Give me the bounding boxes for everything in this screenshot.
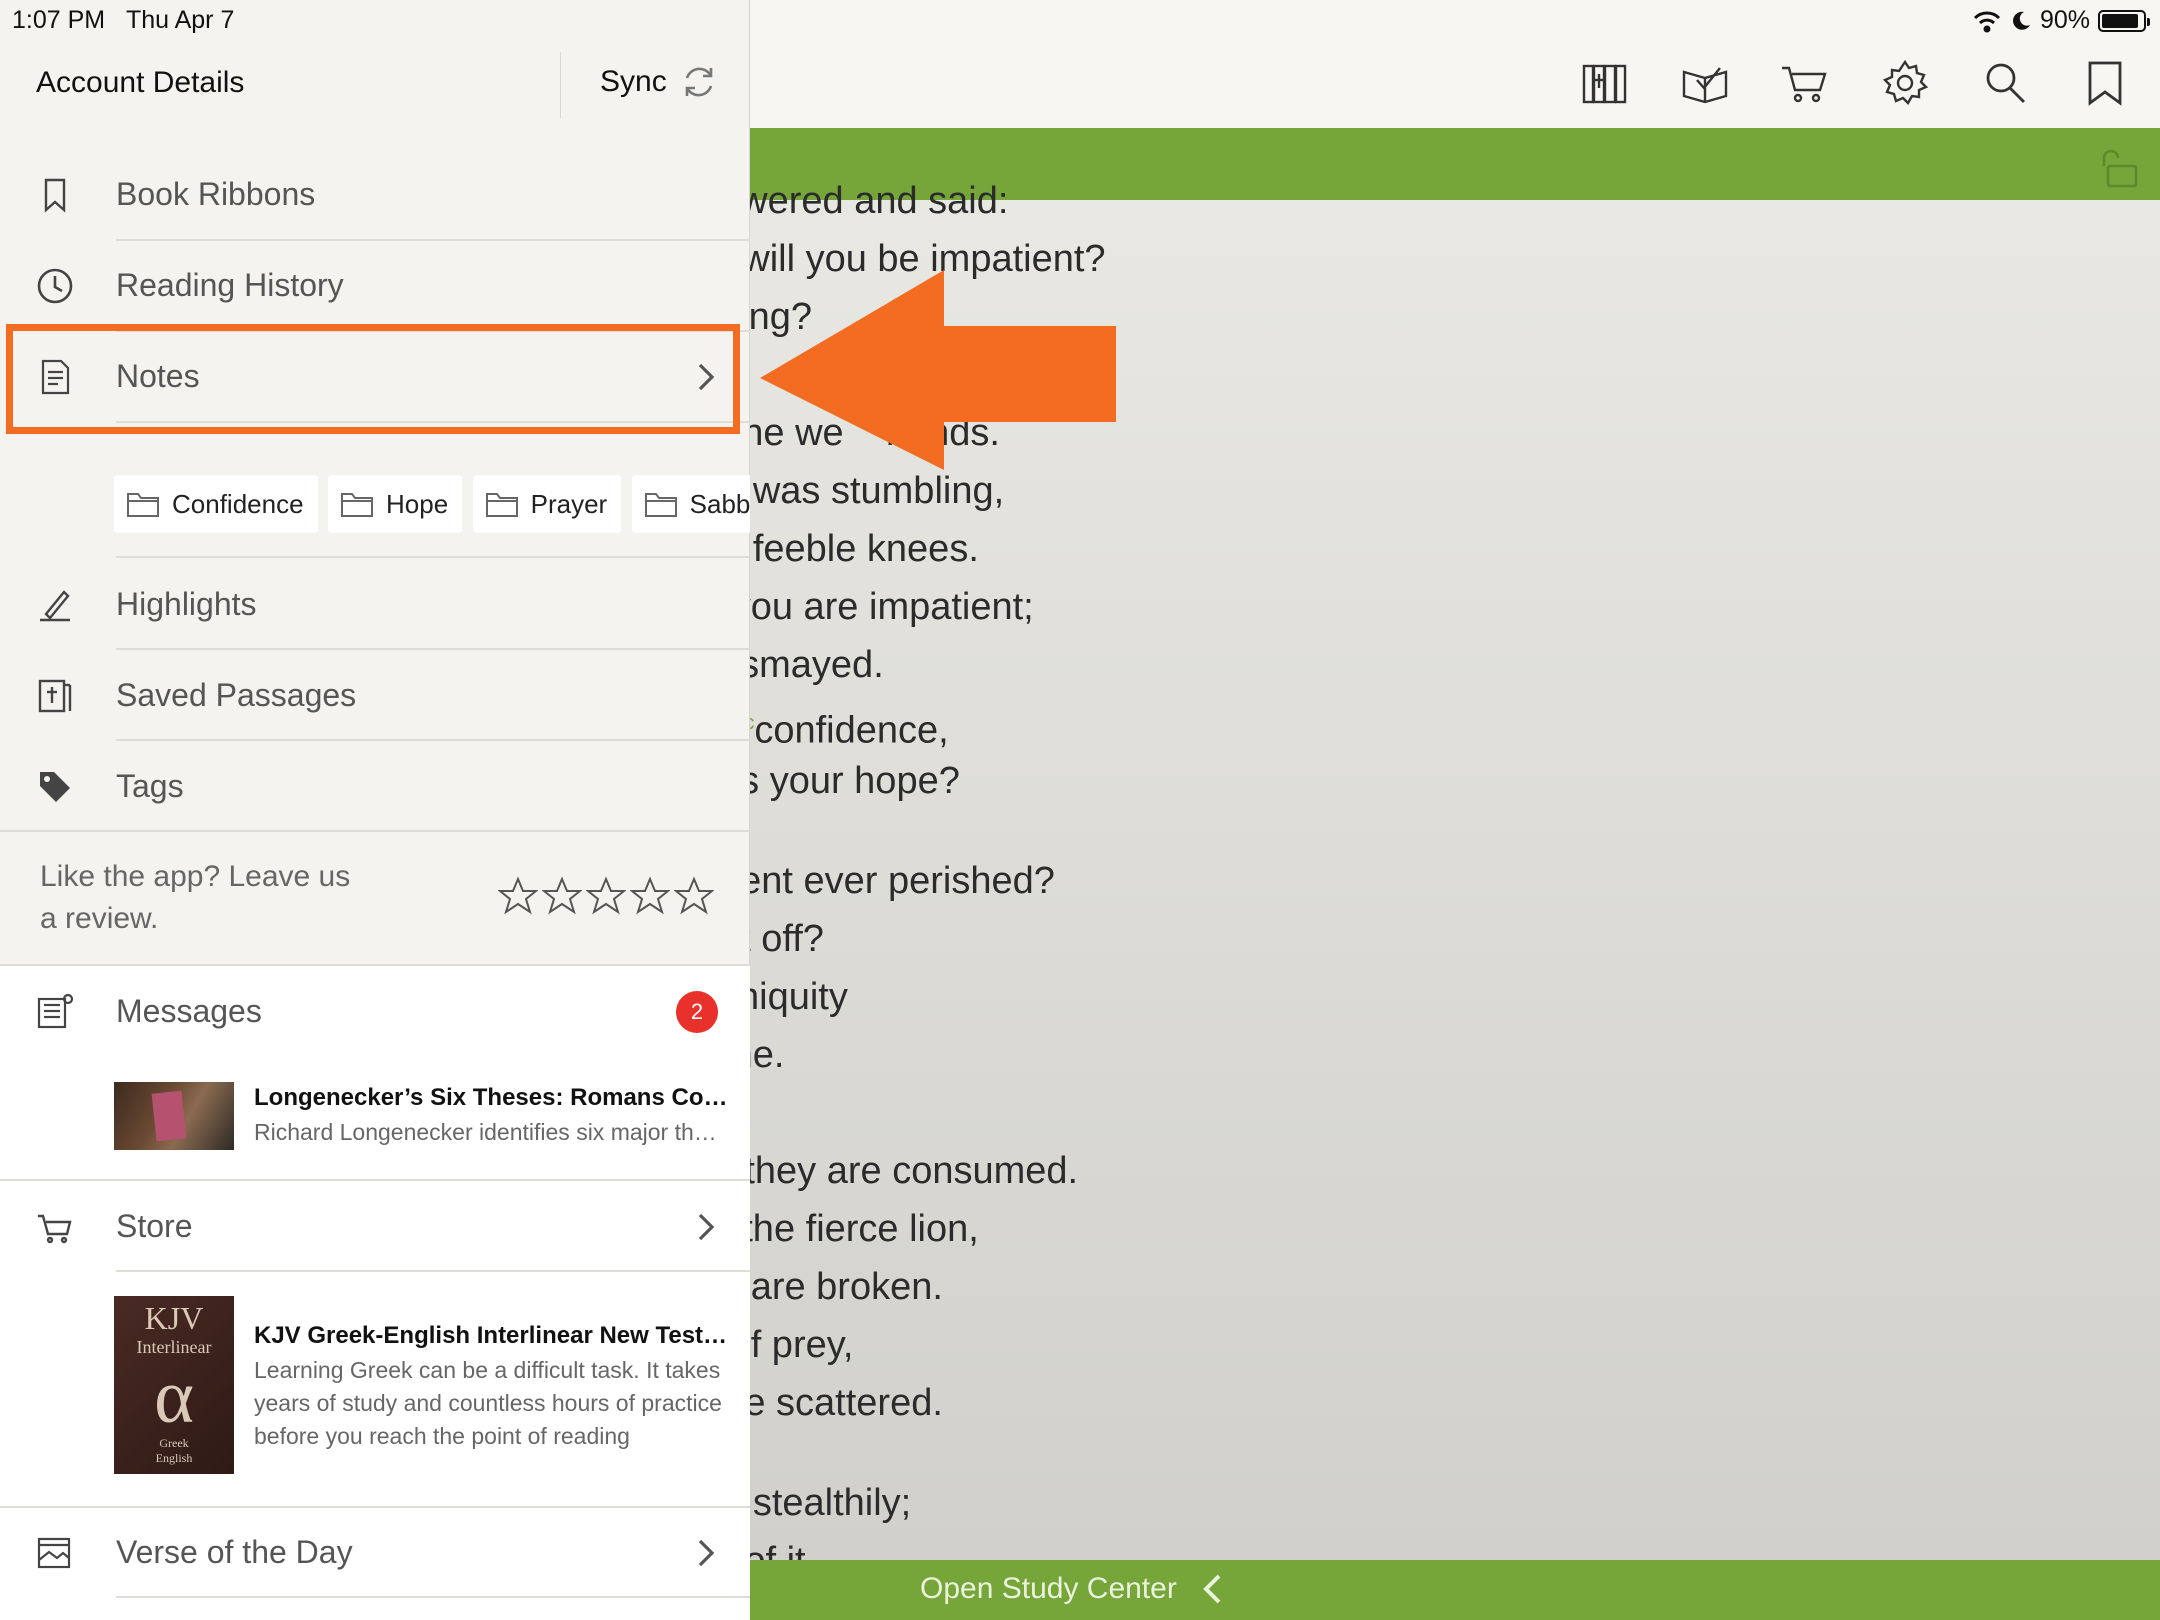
star-icon[interactable] [674,876,714,916]
note-folders: Confidence Hope Prayer Sabbath [114,475,750,533]
menu-book-ribbons[interactable]: Book Ribbons [0,150,750,240]
clock-icon [37,268,73,304]
moon-icon [2013,11,2030,30]
message-thumbnail [114,1082,234,1150]
folder-chip-hope[interactable]: Hope [328,475,463,533]
store-item-description: Learning Greek can be a difficult task. … [254,1357,722,1449]
store-item-title[interactable]: KJV Greek-English Interlinear New Testam… [254,1322,728,1350]
review-prompt: Like the app? Leave us a review. [40,860,351,935]
menu-label: Verse of the Day [116,1534,353,1570]
menu-verse-of-the-day[interactable]: Verse of the Day [0,1508,750,1598]
rating-stars [498,876,714,916]
message-description: Richard Longenecker identifies six major… [254,1119,728,1145]
battery-percent: 90% [2039,6,2090,34]
text-line: no was stumbling, [700,470,1005,512]
reading-plan-icon[interactable] [1680,58,1730,108]
menu-label: Store [116,1208,193,1244]
star-icon[interactable] [630,876,670,916]
menu-label: Highlights [116,586,257,622]
chevron-left-icon [1202,1574,1221,1604]
message-title[interactable]: Longenecker’s Six Theses: Romans Comment… [254,1084,728,1112]
text-line: ame. [700,1026,2000,1084]
landscape-image-icon [37,1537,71,1569]
menu-label: Saved Passages [116,677,357,713]
text-line: dismayed. [700,644,884,686]
folder-chip-confidence[interactable]: Confidence [114,475,318,533]
library-icon[interactable] [1580,58,1630,108]
text-line: er they are consumed. [700,1150,1079,1192]
text-line: are scattered. [700,1382,943,1424]
menu-messages[interactable]: Messages [0,967,750,1057]
folder-icon [644,493,677,517]
text-line: h, [700,1084,2000,1142]
folder-chip-sabbath[interactable]: Sabbath [631,475,750,533]
sync-icon [685,67,713,97]
star-icon[interactable] [542,876,582,916]
menu-label: Reading History [116,267,344,303]
tag-icon [40,772,70,802]
text-line: ne stealthily; [700,1482,912,1524]
sync-button[interactable]: Sync [600,62,719,102]
unlock-icon[interactable] [2096,146,2140,190]
star-icon[interactable] [498,876,538,916]
menu-tags[interactable]: Tags [0,742,750,832]
text-line: ays your hope? [700,760,960,802]
pointer-arrow-icon [760,270,1116,470]
chevron-right-icon [698,1213,715,1241]
text-line: cut off? [700,918,824,960]
menu-label: Messages [116,993,262,1029]
account-details-button[interactable]: Account Details [36,66,244,100]
unread-messages-badge: 2 [676,991,718,1033]
battery-icon [2098,9,2150,32]
text-line: ns are broken. [700,1266,943,1308]
open-study-center-button[interactable]: Open Study Center [920,1572,1223,1606]
open-study-center-label: Open Study Center [920,1572,1177,1605]
text-fragment: confidence, [754,709,949,752]
side-drawer: Account Details Sync Book Ribbons Readin… [0,0,750,1620]
wifi-icon [1973,11,2001,32]
menu-store[interactable]: Store [0,1182,750,1272]
folder-icon [127,493,159,517]
status-bar: 1:07 PM Thu Apr 7 90% [0,0,2160,40]
book-cover-kjv-interlinear[interactable]: KJV Interlinear α Greek English [114,1296,234,1474]
menu-label: Tags [116,768,184,804]
highlighter-pen-icon [40,590,70,622]
sync-label: Sync [600,65,667,98]
menu-saved-passages[interactable]: Saved Passages [0,651,750,741]
text-line: ne feeble knees. [700,528,979,570]
folder-icon [485,493,518,517]
status-time: 1:07 PM Thu Apr 7 [12,6,235,34]
cart-icon[interactable] [1780,58,1830,108]
text-line: ocent ever perished? [700,860,1055,902]
messages-newspaper-icon [37,993,74,1029]
text-line: nswered and said: [700,180,1009,222]
chevron-right-icon [698,1539,715,1567]
text-line: of the fierce lion, [700,1208,979,1250]
settings-gear-icon[interactable] [1880,58,1930,108]
bible-icon [38,679,72,713]
folder-icon [341,493,373,517]
menu-label: Book Ribbons [116,176,316,212]
text-line: d you are impatient; [700,586,1034,628]
cart-icon [38,1214,72,1244]
notes-highlight-box [6,324,740,434]
star-icon[interactable] [586,876,626,916]
text-line: k of prey, [700,1324,854,1366]
search-icon[interactable] [1980,58,2030,108]
ribbon-bookmark-icon [44,178,66,213]
text-line: ur cconfidence, [700,694,2000,752]
text-line: y iniquity [700,976,848,1018]
menu-reading-history[interactable]: Reading History [0,241,750,331]
folder-chip-prayer[interactable]: Prayer [472,475,622,533]
bookmark-icon[interactable] [2080,58,2130,108]
menu-highlights[interactable]: Highlights [0,560,750,650]
